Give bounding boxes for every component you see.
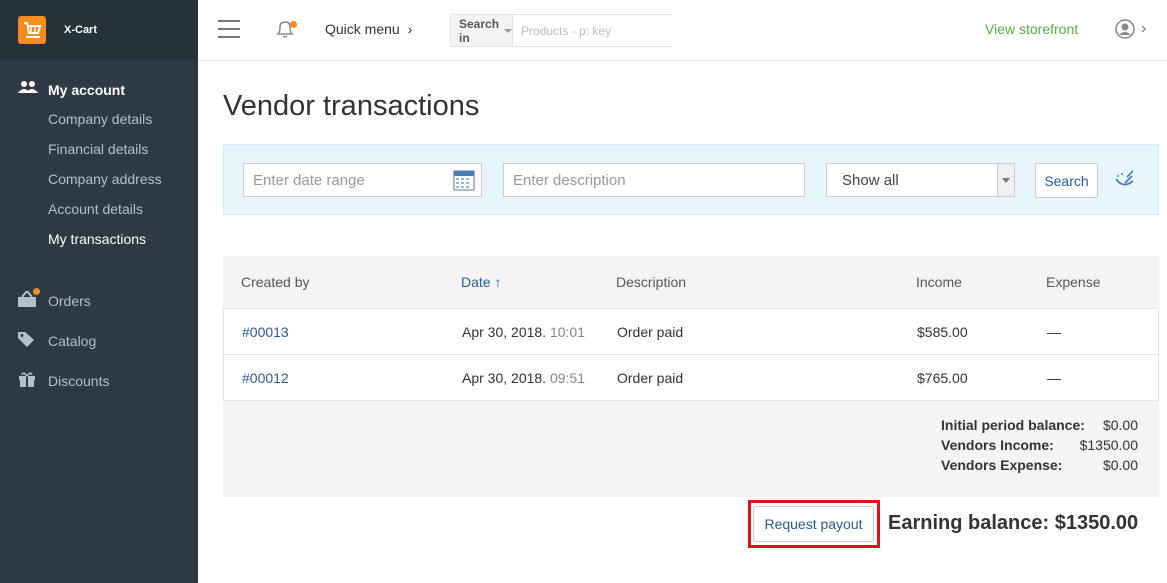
totals-panel: Initial period balance: $0.00 Vendors In…: [223, 401, 1159, 497]
total-label: Initial period balance:: [941, 417, 1085, 433]
row-expense: —: [1047, 324, 1061, 340]
column-header-description[interactable]: Description: [616, 274, 686, 290]
order-link[interactable]: #00012: [242, 370, 289, 386]
global-search: Search in: [450, 14, 679, 47]
date-range-field: [243, 163, 482, 197]
column-header-date[interactable]: Date ↑: [461, 274, 501, 290]
sidebar-subitem-financial-details[interactable]: Financial details: [48, 141, 148, 157]
earning-balance: Earning balance: $1350.00: [888, 512, 1139, 534]
sidebar-item-label: Discounts: [48, 372, 110, 389]
date-range-input[interactable]: [244, 164, 481, 196]
row-description: Order paid: [617, 370, 684, 386]
row-date-value: Apr 30, 2018.: [462, 324, 547, 340]
top-bar: Quick menu › Search in View storefront ›: [198, 0, 1167, 61]
sidebar-item-label: Catalog: [48, 332, 97, 349]
user-menu[interactable]: ›: [1115, 19, 1146, 39]
table-header: Created by Date ↑ Description Income Exp…: [223, 256, 1159, 309]
quick-menu-label: Quick menu: [325, 21, 400, 37]
order-link[interactable]: #00013: [242, 324, 289, 340]
total-vendors-expense: Vendors Expense: $0.00: [941, 457, 1138, 473]
row-time-value: 09:51: [549, 370, 585, 386]
sidebar-item-label: Orders: [48, 292, 91, 309]
calendar-icon[interactable]: [453, 169, 475, 196]
total-initial-balance: Initial period balance: $0.00: [941, 417, 1138, 433]
search-button[interactable]: Search: [1035, 163, 1098, 198]
sidebar-subitem-company-details[interactable]: Company details: [48, 111, 152, 127]
search-scope-dropdown[interactable]: Search in: [451, 15, 514, 46]
sidebar-item-my-account[interactable]: My account: [18, 80, 125, 99]
table-row: #00012 Apr 30, 2018. 09:51 Order paid $7…: [223, 355, 1159, 401]
sidebar-subitem-my-transactions[interactable]: My transactions: [48, 231, 146, 247]
notification-dot: [290, 21, 297, 28]
users-icon: [18, 80, 40, 99]
row-date-value: Apr 30, 2018.: [462, 370, 547, 386]
sidebar-subitem-company-address[interactable]: Company address: [48, 171, 162, 187]
total-value: $0.00: [1102, 417, 1138, 433]
user-avatar-icon: [1115, 19, 1135, 39]
clear-filter-icon[interactable]: [1113, 169, 1137, 198]
transactions-table: Created by Date ↑ Description Income Exp…: [223, 256, 1159, 497]
quick-menu[interactable]: Quick menu ›: [325, 21, 412, 37]
xcart-logo-icon[interactable]: [18, 16, 46, 44]
row-date: Apr 30, 2018. 10:01: [462, 324, 585, 340]
page-title: Vendor transactions: [223, 90, 480, 122]
chevron-right-icon: ›: [1141, 20, 1147, 37]
description-input[interactable]: [504, 164, 804, 196]
filter-panel: Show all Search: [223, 144, 1159, 215]
brand-bar: X-Cart: [0, 0, 198, 60]
sidebar-item-label: My account: [48, 81, 126, 98]
search-scope-label: Search in: [459, 16, 500, 45]
total-value: $0.00: [1102, 457, 1138, 473]
sidebar-item-catalog[interactable]: Catalog: [18, 331, 96, 350]
column-header-expense[interactable]: Expense: [1046, 274, 1100, 290]
sidebar: X-Cart My account Company details Financ…: [0, 0, 198, 583]
orders-icon: [18, 288, 40, 310]
tag-icon: [18, 331, 40, 350]
column-header-income[interactable]: Income: [916, 274, 962, 290]
search-input[interactable]: [513, 15, 679, 46]
table-row: #00013 Apr 30, 2018. 10:01 Order paid $5…: [223, 309, 1159, 355]
row-expense: —: [1047, 370, 1061, 386]
type-select[interactable]: Show all: [826, 163, 1015, 197]
sidebar-subitem-account-details[interactable]: Account details: [48, 201, 143, 217]
sidebar-item-orders[interactable]: Orders: [18, 288, 91, 310]
hamburger-menu-icon[interactable]: [218, 20, 240, 44]
brand-name: X-Cart: [64, 24, 98, 36]
row-income: $585.00: [917, 324, 968, 340]
gift-icon: [18, 371, 40, 390]
column-header-label: Date: [461, 274, 491, 290]
sidebar-item-discounts[interactable]: Discounts: [18, 371, 109, 390]
type-select-value: Show all: [842, 172, 899, 189]
total-label: Vendors Income:: [941, 437, 1054, 453]
row-time-value: 10:01: [549, 324, 585, 340]
row-description: Order paid: [617, 324, 684, 340]
total-value: $1350.00: [1079, 437, 1138, 453]
view-storefront-link[interactable]: View storefront: [985, 21, 1078, 37]
column-header-created-by[interactable]: Created by: [241, 274, 309, 290]
row-date: Apr 30, 2018. 09:51: [462, 370, 585, 386]
sort-arrow-icon: ↑: [494, 274, 502, 290]
chevron-right-icon: ›: [407, 21, 413, 37]
row-income: $765.00: [917, 370, 968, 386]
orders-notification-dot: [33, 288, 40, 295]
caret-down-icon: [504, 28, 513, 33]
total-vendors-income: Vendors Income: $1350.00: [941, 437, 1138, 453]
request-payout-button[interactable]: Request payout: [753, 506, 874, 542]
total-label: Vendors Expense:: [941, 457, 1063, 473]
select-arrow-icon: [997, 164, 1014, 196]
description-field: [503, 163, 805, 197]
